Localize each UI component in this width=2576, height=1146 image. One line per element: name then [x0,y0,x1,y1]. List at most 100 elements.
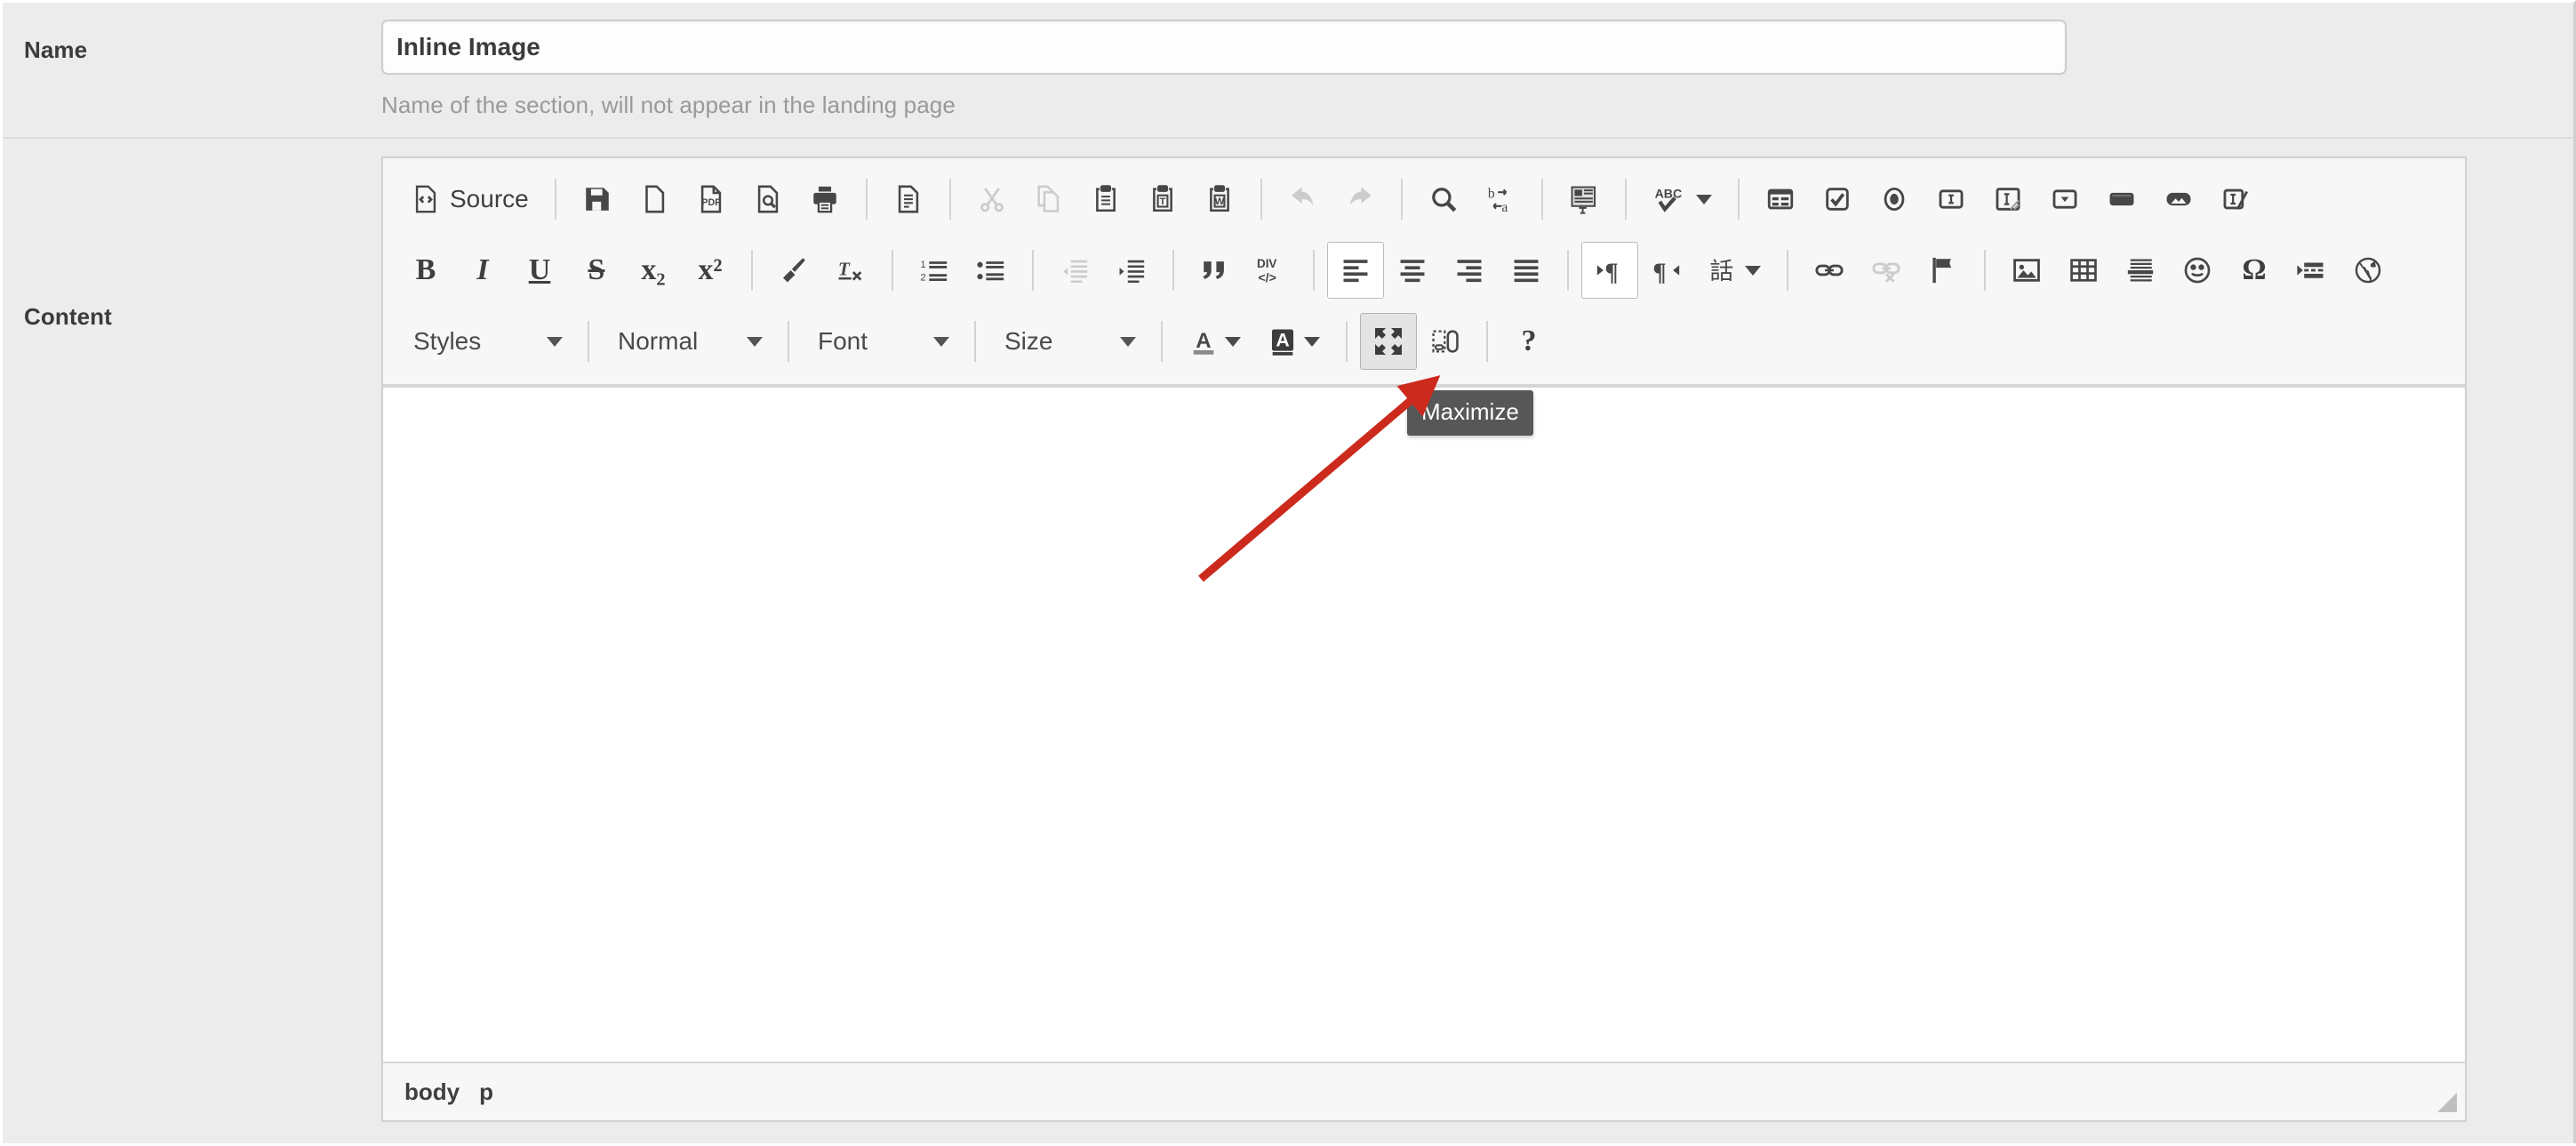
toolbar-button-special-char[interactable]: Ω [2226,242,2283,299]
toolbar-button-blockquote[interactable] [1187,242,1244,299]
toolbar-button-about[interactable]: ? [1500,313,1557,370]
toolbar-button-strike[interactable]: S [568,242,625,299]
paste-text-icon: T [1148,184,1178,214]
toolbar-button-table[interactable] [2055,242,2112,299]
toolbar-button-indent[interactable] [1103,242,1160,299]
combo-size[interactable]: Size [988,315,1148,368]
toolbar-button-align-right[interactable] [1441,242,1498,299]
toolbar-button-templates[interactable] [880,171,937,228]
toolbar-button-replace[interactable]: b a [1472,171,1529,228]
toolbar-separator [1787,250,1788,291]
toolbar-button-create-div[interactable]: DIV </> [1244,242,1300,299]
content-field-label: Content [24,303,112,330]
name-help-text: Name of the section, will not appear in … [381,92,956,118]
globe-icon [2353,255,2383,285]
toolbar-button-print[interactable] [796,171,853,228]
toolbar-button-italic[interactable]: I [454,242,511,299]
combo-font[interactable]: Font [802,315,962,368]
toolbar-button-align-center[interactable] [1384,242,1441,299]
toolbar-button-ltr[interactable]: ¶ [1581,242,1638,299]
toolbar-button-redo[interactable] [1332,171,1388,228]
toolbar-button-undo[interactable] [1275,171,1332,228]
templates-icon [893,184,924,214]
toolbar-button-maximize[interactable] [1360,313,1417,370]
toolbar-button-anchor[interactable] [1915,242,1972,299]
element-path-item-p[interactable]: p [479,1078,493,1106]
toolbar-button-remove-format[interactable]: T [822,242,879,299]
toolbar-button-bg-color[interactable]: A [1254,313,1333,370]
toolbar-button-copy-formatting[interactable] [765,242,822,299]
chevron-down-icon [933,336,949,347]
svg-text:1: 1 [920,260,925,270]
toolbar-button-superscript[interactable]: x² [682,242,739,299]
name-field-body: Name of the section, will not appear in … [381,3,2573,119]
toolbar-button-radio[interactable] [1866,171,1923,228]
toolbar-button-form[interactable] [1752,171,1809,228]
new-page-icon [639,184,669,214]
toolbar-separator [865,179,868,220]
toolbar-button-unlink[interactable] [1858,242,1915,299]
toolbar-button-checkbox[interactable] [1809,171,1866,228]
toolbar-button-justify[interactable] [1498,242,1555,299]
paintbrush-icon [779,255,809,285]
toolbar-button-align-left[interactable] [1327,242,1384,299]
toolbar-button-export-pdf[interactable]: PDF [683,171,740,228]
combo-format[interactable]: Normal [602,315,775,368]
toolbar-button-outdent[interactable] [1046,242,1103,299]
toolbar-button-show-blocks[interactable] [1417,313,1474,370]
name-input-wrap [381,3,2573,75]
toolbar-button-text-color[interactable]: A [1175,313,1254,370]
toolbar-button-bulleted-list[interactable] [963,242,1020,299]
tooltip-maximize: Maximize [1407,390,1533,436]
toolbar-button-language[interactable]: 話 [1695,242,1774,299]
imagebutton-icon [2164,184,2194,214]
source-label: Source [450,185,529,212]
toolbar-button-source[interactable]: Source [397,171,542,228]
unlink-icon [1871,255,1901,285]
toolbar-button-paste[interactable] [1077,171,1134,228]
toolbar-button-preview[interactable] [740,171,796,228]
textfield-icon [1936,184,1966,214]
toolbar-button-textarea[interactable] [1980,171,2036,228]
svg-text:W: W [1214,196,1224,207]
chevron-down-icon [1120,336,1136,347]
toolbar-button-horizontal-rule[interactable] [2112,242,2169,299]
toolbar-button-select-field[interactable] [2036,171,2093,228]
editor-body[interactable] [383,386,2465,1062]
combo-styles[interactable]: Styles [397,315,575,368]
maximize-icon [1372,325,1404,357]
toolbar-button-numbered-list[interactable]: 1 2 [906,242,963,299]
toolbar-button-image[interactable] [1998,242,2055,299]
toolbar-button-iframe[interactable] [2340,242,2396,299]
chevron-down-icon [1304,336,1320,347]
toolbar-button-underline[interactable]: U [511,242,568,299]
omega-icon: Ω [2242,253,2267,286]
toolbar-button-new-page[interactable] [626,171,683,228]
toolbar-button-rtl[interactable]: ¶ [1638,242,1695,299]
name-input[interactable] [381,20,2067,75]
radio-icon [1879,184,1909,214]
toolbar-button-cut[interactable] [964,171,1020,228]
toolbar-button-page-break[interactable] [2283,242,2340,299]
toolbar-button-find[interactable] [1415,171,1472,228]
toolbar-button-select-all[interactable] [1556,171,1612,228]
toolbar-button-save[interactable] [569,171,626,228]
element-path-item-body[interactable]: body [404,1078,460,1106]
toolbar-separator [974,321,976,362]
svg-text:ABC: ABC [1654,188,1682,202]
toolbar-button-paste-word[interactable]: W [1191,171,1248,228]
toolbar-button-smiley[interactable] [2169,242,2226,299]
editor-resize-grip[interactable] [2437,1093,2457,1112]
toolbar-button-hidden-field[interactable] [2207,171,2264,228]
toolbar-button-link[interactable] [1801,242,1858,299]
toolbar-button-image-button[interactable] [2150,171,2207,228]
toolbar-button-spell-check[interactable]: ABC [1639,171,1725,228]
toolbar-button-bold[interactable]: B [397,242,454,299]
toolbar-button-paste-text[interactable]: T [1134,171,1191,228]
chevron-down-icon [1225,336,1241,347]
toolbar-button-text-field[interactable] [1923,171,1980,228]
toolbar-separator [1313,250,1315,291]
toolbar-button-copy[interactable] [1020,171,1077,228]
toolbar-button-subscript[interactable]: x₂ [625,242,682,299]
toolbar-button-button[interactable] [2093,171,2150,228]
